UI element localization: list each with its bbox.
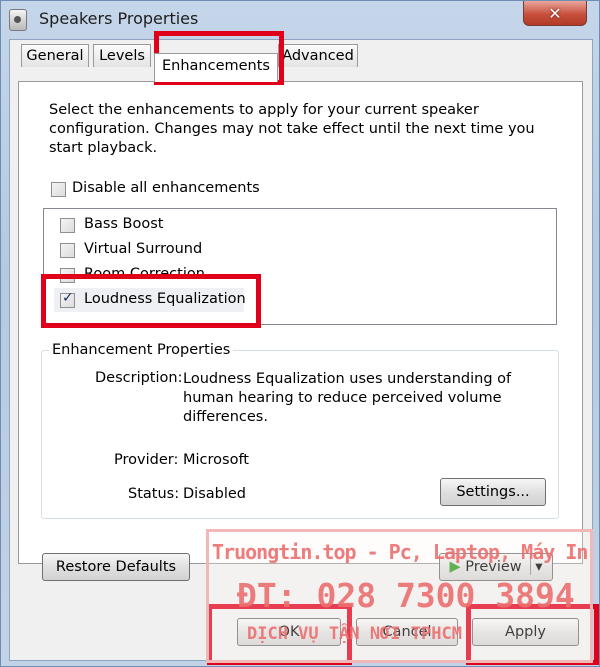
bass-boost-label: Bass Boost [84,216,164,232]
cancel-button[interactable]: Cancel [356,618,458,646]
provider-label: Provider: [114,452,179,468]
tab-advanced[interactable]: Advanced [278,44,358,67]
preview-label: Preview [465,559,522,575]
speaker-icon [9,9,27,31]
virtual-surround-label: Virtual Surround [84,241,203,257]
virtual-surround-checkbox[interactable] [60,243,75,258]
close-icon: ✕ [548,3,562,23]
loudness-equalization-label: Loudness Equalization [84,291,246,307]
play-icon: ▶ [449,559,461,575]
tab-enhancements[interactable]: Enhancements [154,53,278,82]
tab-general[interactable]: General [21,44,89,67]
chevron-down-icon[interactable]: ▾ [530,559,543,575]
disable-all-label: Disable all enhancements [72,180,260,196]
preview-button[interactable]: ▶ Preview ▾ [439,553,553,581]
disable-all-checkbox[interactable] [51,182,66,197]
status-label: Status: [128,486,180,502]
provider-value: Microsoft [183,452,249,468]
room-correction-label: Room Correction [84,266,205,282]
speakers-properties-window: Speakers Properties ✕ General Levels Enh… [0,0,600,667]
restore-defaults-button[interactable]: Restore Defaults [42,553,190,581]
close-button[interactable]: ✕ [523,1,587,26]
intro-text: Select the enhancements to apply for you… [49,102,535,156]
apply-button[interactable]: Apply [472,618,579,646]
settings-button[interactable]: Settings... [440,478,546,506]
tab-levels[interactable]: Levels [93,44,151,67]
description-value: Loudness Equalization uses understanding… [183,371,512,425]
window-title: Speakers Properties [39,9,199,28]
bass-boost-checkbox[interactable] [60,218,75,233]
title-bar[interactable]: Speakers Properties ✕ [1,1,599,39]
enhancements-list[interactable]: Bass Boost Virtual Surround Room Correct… [43,208,557,325]
loudness-equalization-checkbox[interactable] [60,290,75,308]
status-value: Disabled [183,486,246,502]
ok-button[interactable]: OK [237,618,341,646]
room-correction-checkbox[interactable] [60,268,75,283]
description-label: Description: [95,370,183,386]
enhancement-properties-legend: Enhancement Properties [49,342,234,358]
